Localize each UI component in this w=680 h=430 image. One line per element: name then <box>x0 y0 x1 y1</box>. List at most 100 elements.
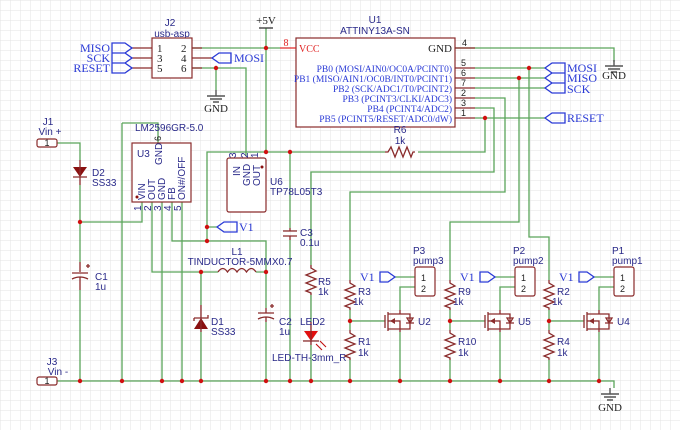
svg-text:Vin +: Vin + <box>39 127 62 138</box>
pin-2: 2 <box>421 284 426 294</box>
resistor-bottom-value: 1k <box>458 348 470 359</box>
junction-dot <box>347 378 353 384</box>
junction-dot <box>497 378 503 384</box>
svg-text:SS33: SS33 <box>211 327 236 338</box>
junction-dot <box>482 115 488 121</box>
junction-dot <box>308 378 314 384</box>
pin-2: 2 <box>620 284 625 294</box>
pump-connector[interactable]: 12 <box>414 266 436 297</box>
svg-text:GND: GND <box>602 70 626 82</box>
label-mosi: MOSI <box>234 51 264 65</box>
junction-dot <box>159 378 165 384</box>
vcc-pin-label: VCC <box>299 44 320 55</box>
svg-text:1u: 1u <box>95 282 106 293</box>
junction-dot <box>447 318 453 324</box>
svg-text:GND: GND <box>154 143 165 165</box>
junction-dot <box>204 238 210 244</box>
svg-text:PB4 (PCINT4/ADC2): PB4 (PCINT4/ADC2) <box>367 104 452 115</box>
svg-text:1: 1 <box>44 376 49 386</box>
label-reset-u1: RESET <box>567 111 604 125</box>
svg-text:TINDUCTOR-5MMX0.7: TINDUCTOR-5MMX0.7 <box>188 257 293 268</box>
junction-dot <box>526 65 532 71</box>
resistor-bottom-value: 1k <box>358 348 370 359</box>
junction-dot <box>119 378 125 384</box>
svg-text:5: 5 <box>157 63 163 75</box>
junction-dot <box>263 149 269 155</box>
junction-dot <box>198 269 204 275</box>
label-v1: V1 <box>360 270 375 284</box>
junction-dot <box>263 269 269 275</box>
pump-connector[interactable]: 12 <box>514 266 536 297</box>
svg-text:6: 6 <box>153 136 163 141</box>
resistor-bottom-ref: R1 <box>358 337 371 348</box>
svg-text:1k: 1k <box>318 287 330 298</box>
pump-connector[interactable]: 12 <box>613 266 635 297</box>
resistor-bottom-value: 1k <box>557 348 569 359</box>
junction-dot <box>546 378 552 384</box>
resistor-top-value: 1k <box>552 297 564 308</box>
svg-text:ATTINY13A-SN: ATTINY13A-SN <box>340 26 410 37</box>
svg-text:R6: R6 <box>394 125 407 136</box>
junction-dot <box>77 378 83 384</box>
svg-text:ON#/OFF: ON#/OFF <box>177 157 188 200</box>
svg-text:GND: GND <box>204 103 228 115</box>
j2-ref: J2 <box>165 18 176 29</box>
junction-dot <box>287 149 293 155</box>
svg-text:3: 3 <box>461 98 466 108</box>
junction-dot <box>204 224 210 230</box>
junction-dot <box>397 378 403 384</box>
svg-text:0.1u: 0.1u <box>300 238 319 249</box>
svg-text:LED2: LED2 <box>300 317 325 328</box>
svg-text:1: 1 <box>461 108 466 118</box>
mosfet-ref: U5 <box>518 317 531 328</box>
junction-dot <box>263 378 269 384</box>
svg-text:U3: U3 <box>137 149 150 160</box>
label-sck-u1: SCK <box>567 82 591 96</box>
svg-text:5: 5 <box>461 58 466 68</box>
pin-1: 1 <box>421 273 426 283</box>
connector-value: pump3 <box>413 256 444 267</box>
pin-2: 2 <box>521 284 526 294</box>
connector-value: pump2 <box>513 256 544 267</box>
junction-dot <box>447 378 453 384</box>
pin-1: 1 <box>521 273 526 283</box>
resistor-top-value: 1k <box>453 297 465 308</box>
junction-dot <box>263 45 269 51</box>
resistor-top-value: 1k <box>353 297 365 308</box>
svg-text:LM2596GR-5.0: LM2596GR-5.0 <box>135 123 204 134</box>
schematic-canvas[interactable]: J2 usb-asp 1 3 5 2 4 6 MISO SCK RESET MO… <box>0 0 680 430</box>
svg-text:4: 4 <box>462 38 467 48</box>
label-reset: RESET <box>73 61 110 75</box>
junction-dot <box>213 65 219 71</box>
label-v1: V1 <box>559 270 574 284</box>
svg-text:V1: V1 <box>239 220 254 234</box>
svg-text:6: 6 <box>181 63 187 75</box>
junction-dot <box>198 378 204 384</box>
svg-text:1: 1 <box>44 138 49 148</box>
junction-dot <box>546 318 552 324</box>
svg-text:3: 3 <box>228 152 239 158</box>
svg-text:8: 8 <box>284 38 289 49</box>
mosfet-ref: U4 <box>617 317 630 328</box>
junction-dot <box>287 378 293 384</box>
svg-text:6: 6 <box>461 68 466 78</box>
svg-text:TP78L05T3: TP78L05T3 <box>270 187 323 198</box>
svg-text:+5V: +5V <box>256 15 276 27</box>
svg-text:Vin -: Vin - <box>48 367 68 378</box>
svg-text:SS33: SS33 <box>92 178 117 189</box>
label-v1: V1 <box>460 270 475 284</box>
resistor-bottom-ref: R10 <box>458 337 477 348</box>
schematic: J2 usb-asp 1 3 5 2 4 6 MISO SCK RESET MO… <box>0 0 680 430</box>
junction-dot <box>516 75 522 81</box>
svg-text:LED-TH-3mm_R: LED-TH-3mm_R <box>272 353 346 364</box>
svg-text:PB5 (PCINT5/RESET/ADC0/dW): PB5 (PCINT5/RESET/ADC0/dW) <box>319 114 452 125</box>
svg-text:1u: 1u <box>279 327 290 338</box>
junction-dot <box>179 378 185 384</box>
power-5v: +5V <box>256 15 276 29</box>
svg-text:PB0 (MOSI/AIN0/OC0A/PCINT0): PB0 (MOSI/AIN0/OC0A/PCINT0) <box>317 64 452 75</box>
svg-text:GND: GND <box>598 402 622 414</box>
resistor-bottom-ref: R4 <box>557 337 570 348</box>
svg-text:PB3 (PCINT3/CLKI/ADC3): PB3 (PCINT3/CLKI/ADC3) <box>342 94 452 105</box>
svg-text:U1: U1 <box>369 15 382 26</box>
junction-dot <box>596 378 602 384</box>
